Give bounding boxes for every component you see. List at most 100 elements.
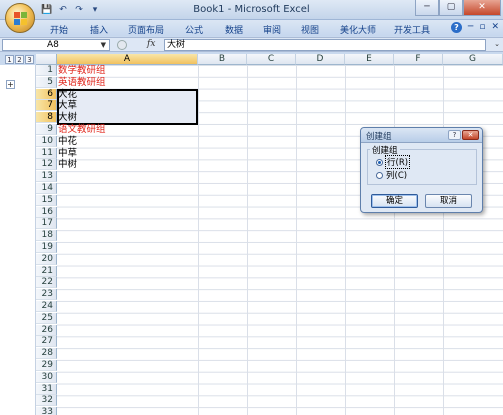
column-header-e[interactable]: E (345, 54, 394, 65)
create-group-dialog: 创建组 ? ✕ 创建组 行(R) 列(C) 确定 取消 (360, 127, 483, 213)
row-header[interactable]: 25 (36, 312, 57, 324)
formula-cancel-icon[interactable] (117, 40, 127, 50)
row-header[interactable]: 31 (36, 383, 57, 395)
outline-levels: 1 2 3 (0, 55, 36, 65)
row-header[interactable]: 23 (36, 289, 57, 301)
select-all-corner[interactable] (36, 54, 57, 65)
worksheet-grid[interactable]: A B C D E F G 1 5 6 7 8 9 10 11 12 13 14 15 16 17 18 19… (36, 54, 503, 415)
minimize-button[interactable]: ─ (415, 0, 439, 16)
restore-button[interactable]: ▢ (439, 0, 463, 16)
gridline (198, 65, 199, 415)
ribbon: 开始 插入 页面布局 公式 数据 审阅 视图 美化大师 开发工具 ? ─ ▫ ✕ (0, 20, 503, 36)
tab-review[interactable]: 审阅 (254, 22, 290, 37)
outline-level-2-button[interactable]: 2 (15, 55, 24, 64)
row-header[interactable]: 1 (36, 65, 57, 76)
row-header[interactable]: 28 (36, 348, 57, 360)
row-header[interactable]: 15 (36, 194, 57, 206)
cell-a6[interactable]: 大花 (58, 89, 77, 101)
row-header[interactable]: 7 (36, 100, 57, 112)
column-header-a[interactable]: A (57, 54, 198, 65)
ribbon-tabs: 开始 插入 页面布局 公式 数据 审阅 视图 美化大师 开发工具 (38, 22, 438, 37)
tab-view[interactable]: 视图 (290, 22, 330, 37)
row-header[interactable]: 24 (36, 301, 57, 312)
tab-page-layout[interactable]: 页面布局 (118, 22, 174, 37)
tab-developer[interactable]: 开发工具 (386, 22, 438, 37)
row-header[interactable]: 6 (36, 88, 57, 100)
radio-button-columns[interactable] (376, 171, 383, 179)
row-header[interactable]: 13 (36, 171, 57, 183)
radio-button-rows[interactable] (376, 158, 383, 166)
row-header[interactable]: 19 (36, 242, 57, 253)
tab-formulas[interactable]: 公式 (174, 22, 214, 37)
ribbon-restore-icon[interactable]: ▫ (479, 22, 485, 33)
row-header[interactable]: 26 (36, 324, 57, 336)
column-header-b[interactable]: B (198, 54, 247, 65)
cell-a11[interactable]: 中草 (58, 148, 77, 160)
radio-rows[interactable]: 行(R) (376, 155, 411, 169)
cell-a9[interactable]: 语文教研组 (58, 124, 106, 136)
tab-insert[interactable]: 插入 (80, 22, 118, 37)
office-button[interactable] (5, 3, 35, 33)
row-header[interactable]: 16 (36, 206, 57, 218)
ribbon-window-controls: ? ─ ▫ ✕ (450, 22, 499, 33)
office-logo-icon (14, 12, 27, 25)
row-header[interactable]: 32 (36, 395, 57, 407)
fx-area: fx (113, 39, 163, 51)
outline-gutter: + (0, 65, 36, 415)
column-header-f[interactable]: F (394, 54, 443, 65)
expand-group-icon[interactable]: + (6, 80, 15, 89)
gridline (394, 65, 395, 415)
row-header[interactable]: 14 (36, 183, 57, 194)
radio-columns[interactable]: 列(C) (376, 170, 408, 181)
row-header[interactable]: 27 (36, 336, 57, 348)
row-header[interactable]: 8 (36, 112, 57, 124)
formula-input[interactable]: 大树 (164, 39, 486, 51)
cell-a10[interactable]: 中花 (58, 136, 77, 148)
row-header[interactable]: 29 (36, 360, 57, 371)
column-header-c[interactable]: C (247, 54, 296, 65)
selection-border (57, 88, 198, 125)
ok-button[interactable]: 确定 (371, 194, 418, 208)
cell-a7[interactable]: 大草 (58, 100, 77, 112)
cancel-button[interactable]: 取消 (425, 194, 472, 208)
gridline (247, 65, 248, 415)
column-header-d[interactable]: D (296, 54, 345, 65)
row-header[interactable]: 9 (36, 124, 57, 135)
row-header[interactable]: 12 (36, 159, 57, 171)
expand-formula-bar-icon[interactable]: ⌄ (494, 40, 500, 48)
close-button[interactable]: ✕ (463, 0, 501, 16)
row-header[interactable]: 22 (36, 277, 57, 289)
row-header[interactable]: 30 (36, 371, 57, 383)
ribbon-minimize-icon[interactable]: ─ (468, 22, 473, 33)
insert-function-icon[interactable]: fx (147, 39, 155, 49)
tab-data[interactable]: 数据 (214, 22, 254, 37)
row-header[interactable]: 21 (36, 265, 57, 277)
column-header-g[interactable]: G (443, 54, 503, 65)
row-header[interactable]: 20 (36, 253, 57, 265)
cell-a5[interactable]: 英语教研组 (58, 77, 106, 89)
cell-a12[interactable]: 中树 (58, 159, 77, 171)
help-icon[interactable]: ? (450, 22, 462, 33)
outline-level-3-button[interactable]: 3 (25, 55, 34, 64)
tab-home[interactable]: 开始 (38, 22, 80, 37)
outline-level-1-button[interactable]: 1 (5, 55, 14, 64)
row-header[interactable]: 18 (36, 230, 57, 242)
cells-area[interactable]: 数学教研组 英语教研组 大花 大草 大树 语文教研组 中花 中草 中树 (57, 65, 503, 415)
ribbon-close-icon[interactable]: ✕ (491, 22, 499, 33)
group-label: 创建组 (370, 144, 400, 156)
row-header[interactable]: 10 (36, 135, 57, 147)
row-header[interactable]: 11 (36, 147, 57, 159)
radio-label-columns: 列(C) (386, 171, 408, 181)
cell-a1[interactable]: 数学教研组 (58, 65, 106, 77)
row-header[interactable]: 33 (36, 407, 57, 415)
row-header[interactable]: 17 (36, 218, 57, 230)
dialog-help-button[interactable]: ? (448, 130, 461, 140)
chevron-down-icon[interactable]: ▼ (101, 40, 106, 51)
name-box[interactable]: A8 ▼ (2, 39, 110, 51)
cell-a8[interactable]: 大树 (58, 112, 77, 124)
row-header[interactable]: 5 (36, 76, 57, 88)
gridline (296, 65, 297, 415)
tab-beautify-master[interactable]: 美化大师 (330, 22, 386, 37)
dialog-close-button[interactable]: ✕ (462, 130, 479, 140)
title-bar: 💾 ↶ ↷ ▾ Book1 - Microsoft Excel ─ ▢ ✕ (0, 0, 503, 20)
